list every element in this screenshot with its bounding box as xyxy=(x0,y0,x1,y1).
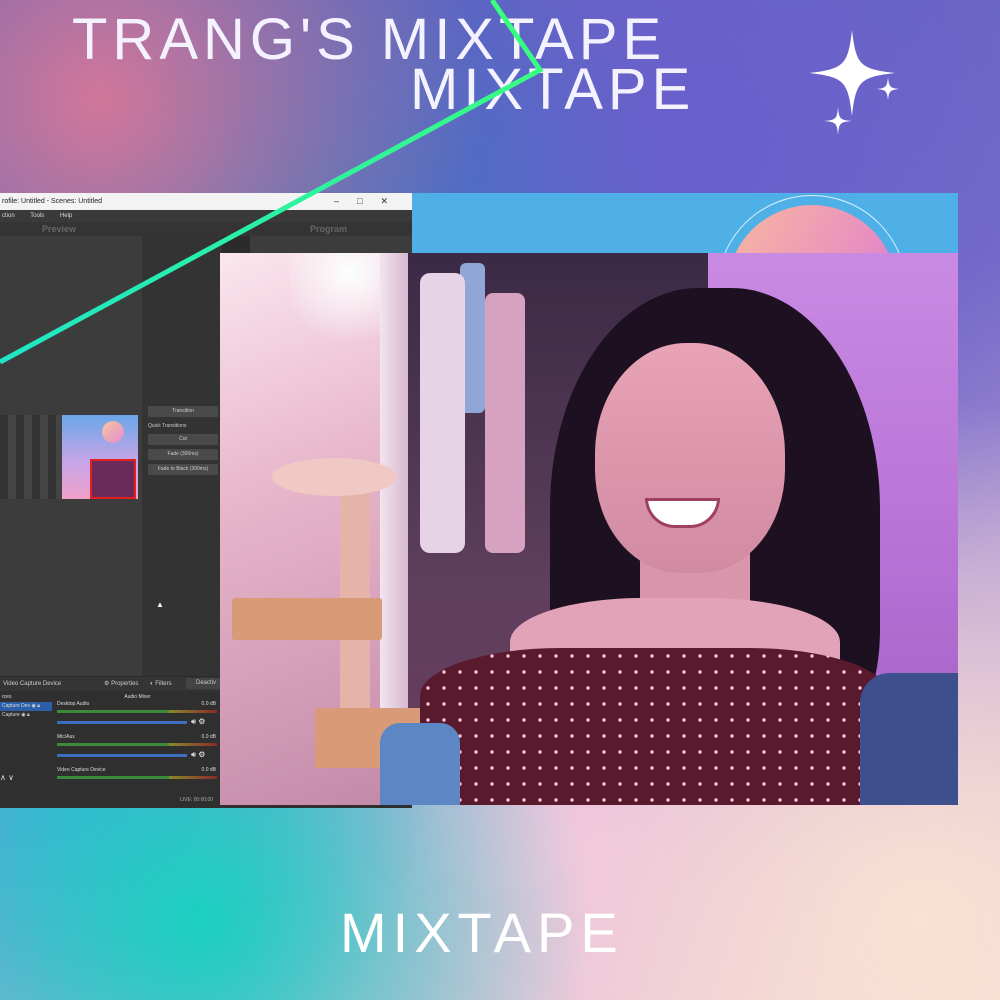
thumbnail-webcam-selected[interactable] xyxy=(90,459,136,499)
lock-icon[interactable]: 🔒︎ xyxy=(27,712,30,718)
eye-icon[interactable]: ◉ xyxy=(21,712,25,718)
source-item[interactable]: Capture Dev ◉ 🔒︎ xyxy=(0,702,52,711)
channel-db: 0.0 dB xyxy=(201,734,216,740)
preview-scene-thumbnail[interactable] xyxy=(0,415,138,499)
program-label: Program xyxy=(310,224,348,234)
menu-bar: ction Tools Help xyxy=(0,210,412,222)
denim-jacket xyxy=(380,723,460,805)
thumbnail-obs-capture xyxy=(0,415,62,499)
arrow-up-icon[interactable]: ∧ xyxy=(0,773,6,782)
sparkle-icon xyxy=(809,30,899,135)
mixer-channel: Mic/Aux 0.0 dB 🔊︎ ⚙ xyxy=(55,734,220,767)
poster-title-line2: MIXTAPE xyxy=(410,57,696,122)
studio-mode-labels: Preview Program xyxy=(0,222,412,236)
volume-slider[interactable] xyxy=(57,754,187,757)
properties-button[interactable]: ⚙ Properties xyxy=(104,677,138,691)
mixer-channel: Video Capture Device 0.0 dB xyxy=(55,767,220,800)
transition-button[interactable]: Transition xyxy=(148,406,218,417)
volume-slider[interactable] xyxy=(57,721,187,724)
eye-icon[interactable]: ◉ xyxy=(31,703,35,709)
person-top xyxy=(420,648,890,805)
person-face xyxy=(595,343,785,573)
close-icon[interactable]: ✕ xyxy=(380,196,406,206)
menu-item-help[interactable]: Help xyxy=(60,213,72,219)
fade-button[interactable]: Fade (300ms) xyxy=(148,449,218,460)
thumbnail-moon xyxy=(102,421,124,443)
volume-meter xyxy=(57,776,217,779)
properties-label: Properties xyxy=(111,681,139,687)
speaker-icon[interactable]: 🔊︎ ⚙ xyxy=(191,717,205,727)
channel-db: 0.0 dB xyxy=(201,701,216,707)
channel-name: Mic/Aux xyxy=(57,734,75,740)
source-order-controls: ∧ ∨ xyxy=(0,773,14,782)
filter-icon: ◐ xyxy=(150,681,154,687)
lock-icon[interactable]: 🔒︎ xyxy=(37,703,40,709)
window-title: rofile: Untitled - Scenes: Untitled xyxy=(2,198,102,205)
volume-meter xyxy=(57,710,217,713)
window-controls: –□✕ xyxy=(334,193,406,210)
quick-transitions-label: Quick Transitions xyxy=(148,423,187,429)
cut-button[interactable]: Cut xyxy=(148,434,218,445)
obs-titlebar: rofile: Untitled - Scenes: Untitled –□✕ xyxy=(0,193,412,210)
filters-button[interactable]: ◐ Filters xyxy=(150,677,172,691)
audio-mixer: Audio Mixer Desktop Audio 0.0 dB 🔊︎ ⚙ Mi… xyxy=(55,693,220,800)
selected-source-label: Video Capture Device xyxy=(3,681,62,687)
channel-name: Video Capture Device xyxy=(57,767,106,773)
maximize-icon[interactable]: □ xyxy=(357,196,380,206)
cat-tree-platform xyxy=(232,598,382,640)
sources-header: rces xyxy=(2,694,12,700)
sources-list: rces Capture Dev ◉ 🔒︎ Capture ◉ 🔒︎ xyxy=(0,693,52,720)
fade-to-black-button[interactable]: Fade to Black (300ms) xyxy=(148,464,218,475)
volume-meter xyxy=(57,743,217,746)
source-item-label: Capture xyxy=(2,712,20,718)
menu-item-tools[interactable]: Tools xyxy=(30,213,44,219)
arrow-down-icon[interactable]: ∨ xyxy=(8,773,14,782)
webcam-photo xyxy=(220,253,958,805)
clothing xyxy=(485,293,525,553)
preview-label: Preview xyxy=(42,224,77,234)
poster-bottom-title: MIXTAPE xyxy=(340,901,624,964)
source-item[interactable]: Capture ◉ 🔒︎ xyxy=(0,711,52,720)
filters-label: Filters xyxy=(155,681,172,687)
gear-icon: ⚙ xyxy=(104,681,110,687)
cat-tree-bed xyxy=(272,458,397,496)
mixer-channel: Desktop Audio 0.0 dB 🔊︎ ⚙ xyxy=(55,701,220,734)
menu-item-action[interactable]: ction xyxy=(2,213,15,219)
audio-mixer-title: Audio Mixer xyxy=(124,694,151,700)
status-bar: LIVE: 00:00:00 xyxy=(180,797,214,803)
minimize-icon[interactable]: – xyxy=(334,196,357,206)
cursor-icon: ▲ xyxy=(156,600,164,609)
channel-db: 0.0 dB xyxy=(201,767,216,773)
denim-jacket xyxy=(860,673,958,805)
source-item-label: Capture Dev xyxy=(2,703,31,709)
clothing xyxy=(420,273,465,553)
transition-panel: Transition Quick Transitions Cut Fade (3… xyxy=(148,406,218,479)
speaker-icon[interactable]: 🔊︎ ⚙ xyxy=(191,750,205,760)
channel-name: Desktop Audio xyxy=(57,701,90,707)
